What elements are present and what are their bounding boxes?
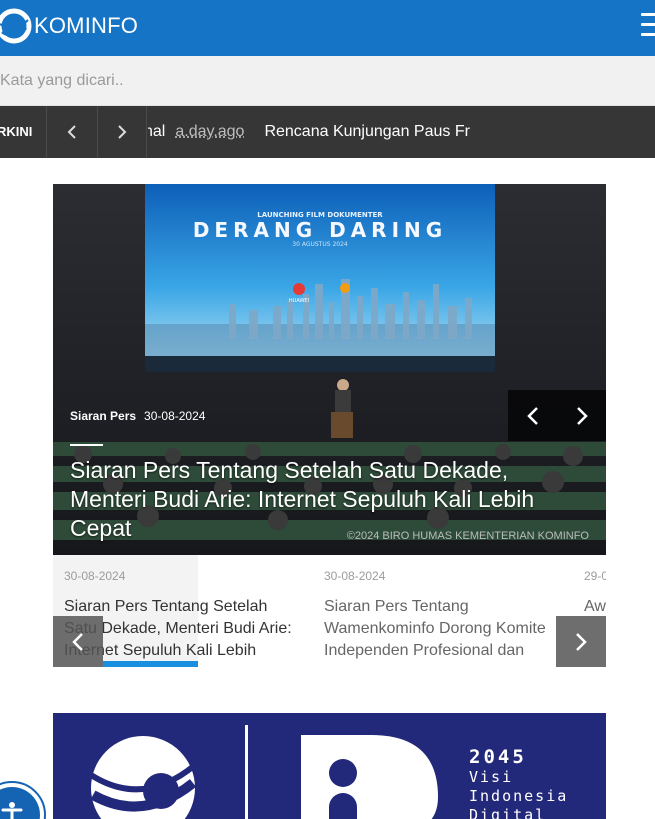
ticker-item-time: a.day.ago xyxy=(175,123,245,140)
hero-category[interactable]: Siaran Pers xyxy=(70,409,136,423)
hamburger-menu-icon[interactable] xyxy=(641,13,655,41)
ticker-item-title[interactable]: nal xyxy=(148,123,165,140)
ticker-track: nal a.day.ago Rencana Kunjungan Paus Fr xyxy=(148,106,655,158)
ticker-item-title[interactable]: Rencana Kunjungan Paus Fr xyxy=(264,123,469,140)
search-bar xyxy=(0,56,655,106)
active-card-indicator xyxy=(103,661,198,667)
screen-date: 30 AGUSTUS 2024 xyxy=(292,241,348,248)
hero-divider xyxy=(70,444,103,446)
hero-date: 30-08-2024 xyxy=(144,409,206,423)
news-ticker: RKINI nal a.day.ago Rencana Kunjungan Paus… xyxy=(0,106,655,158)
hero-meta: Siaran Pers 30-08-2024 xyxy=(70,409,205,423)
ticker-label: RKINI xyxy=(0,124,33,139)
hero-photo-credit: ©2024 BIRO HUMAS KEMENTERIAN KOMINFO xyxy=(346,530,589,542)
banner-line: Digital xyxy=(469,806,547,819)
news-card-date: 29-0 xyxy=(584,569,606,583)
cards-next-button[interactable] xyxy=(556,616,606,667)
visi-indonesia-digital-banner[interactable]: 2045 Visi Indonesia Digital xyxy=(53,713,606,819)
ticker-next-button[interactable] xyxy=(97,106,147,158)
chevron-right-icon xyxy=(118,125,127,139)
news-card-date: 30-08-2024 xyxy=(324,569,386,583)
kominfo-emblem-icon xyxy=(0,8,32,44)
hero-prev-button[interactable] xyxy=(508,390,557,441)
accessibility-button[interactable] xyxy=(0,781,46,819)
ticker-prev-button[interactable] xyxy=(46,106,96,158)
hero-next-button[interactable] xyxy=(557,390,606,441)
news-card-date: 30-08-2024 xyxy=(64,569,126,583)
banner-line: Visi xyxy=(469,768,514,786)
cards-prev-button[interactable] xyxy=(53,616,103,667)
screen-title: DERANG DARING xyxy=(193,218,447,242)
chevron-right-icon xyxy=(576,406,588,425)
chevron-left-icon xyxy=(526,406,538,425)
banner-line: Indonesia xyxy=(469,787,569,805)
chevron-right-icon xyxy=(576,632,587,651)
site-header: KOMINFO xyxy=(0,0,655,56)
news-card[interactable]: 30-08-2024 Siaran Pers Tentang Wamenkomi… xyxy=(313,555,573,667)
news-card-title[interactable]: Siaran Pers Tentang Wamenkominfo Dorong … xyxy=(324,596,562,662)
banner-year: 2045 xyxy=(469,746,527,768)
accessibility-icon xyxy=(1,802,23,819)
screen-sponsor: HUAWEI xyxy=(289,298,309,304)
hero-slider: LAUNCHING FILM DOKUMENTER DERANG DARING … xyxy=(53,184,606,555)
news-cards-carousel: 30-08-2024 Siaran Pers Tentang Setelah S… xyxy=(53,555,606,667)
chevron-left-icon xyxy=(67,125,76,139)
logo-text: KOMINFO xyxy=(34,13,139,38)
chevron-left-icon xyxy=(72,632,83,651)
search-input[interactable] xyxy=(0,56,655,106)
kominfo-logo[interactable]: KOMINFO xyxy=(0,6,138,46)
banner-text: 2045 Visi Indonesia Digital xyxy=(469,746,568,819)
